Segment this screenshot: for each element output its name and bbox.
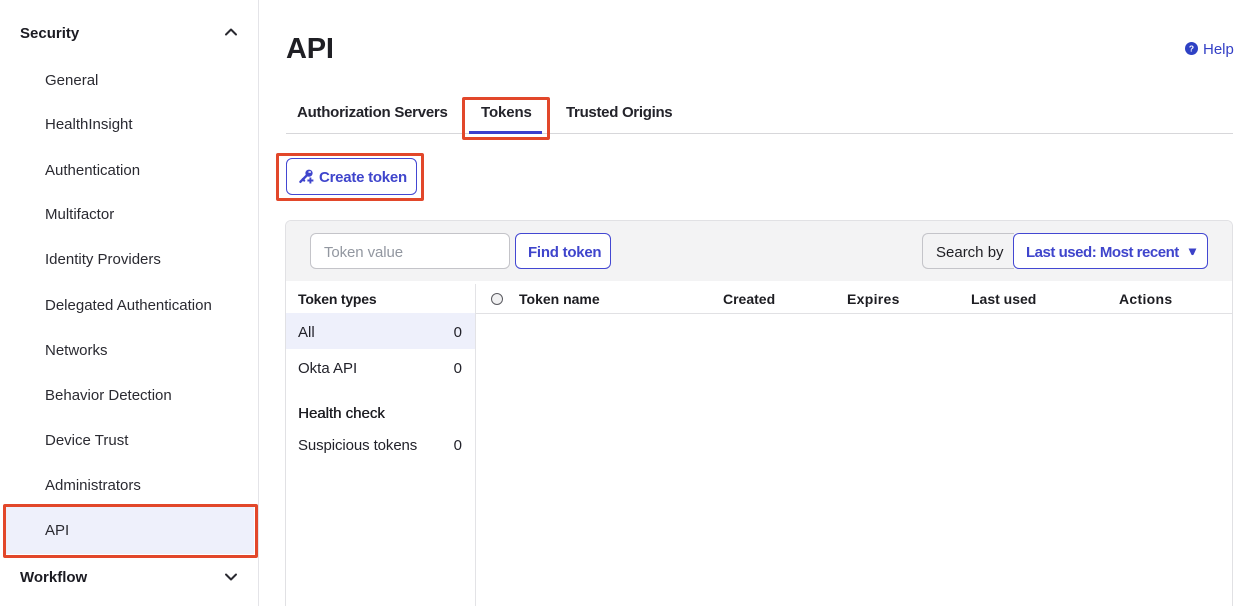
svg-text:?: ? [1189,43,1194,53]
